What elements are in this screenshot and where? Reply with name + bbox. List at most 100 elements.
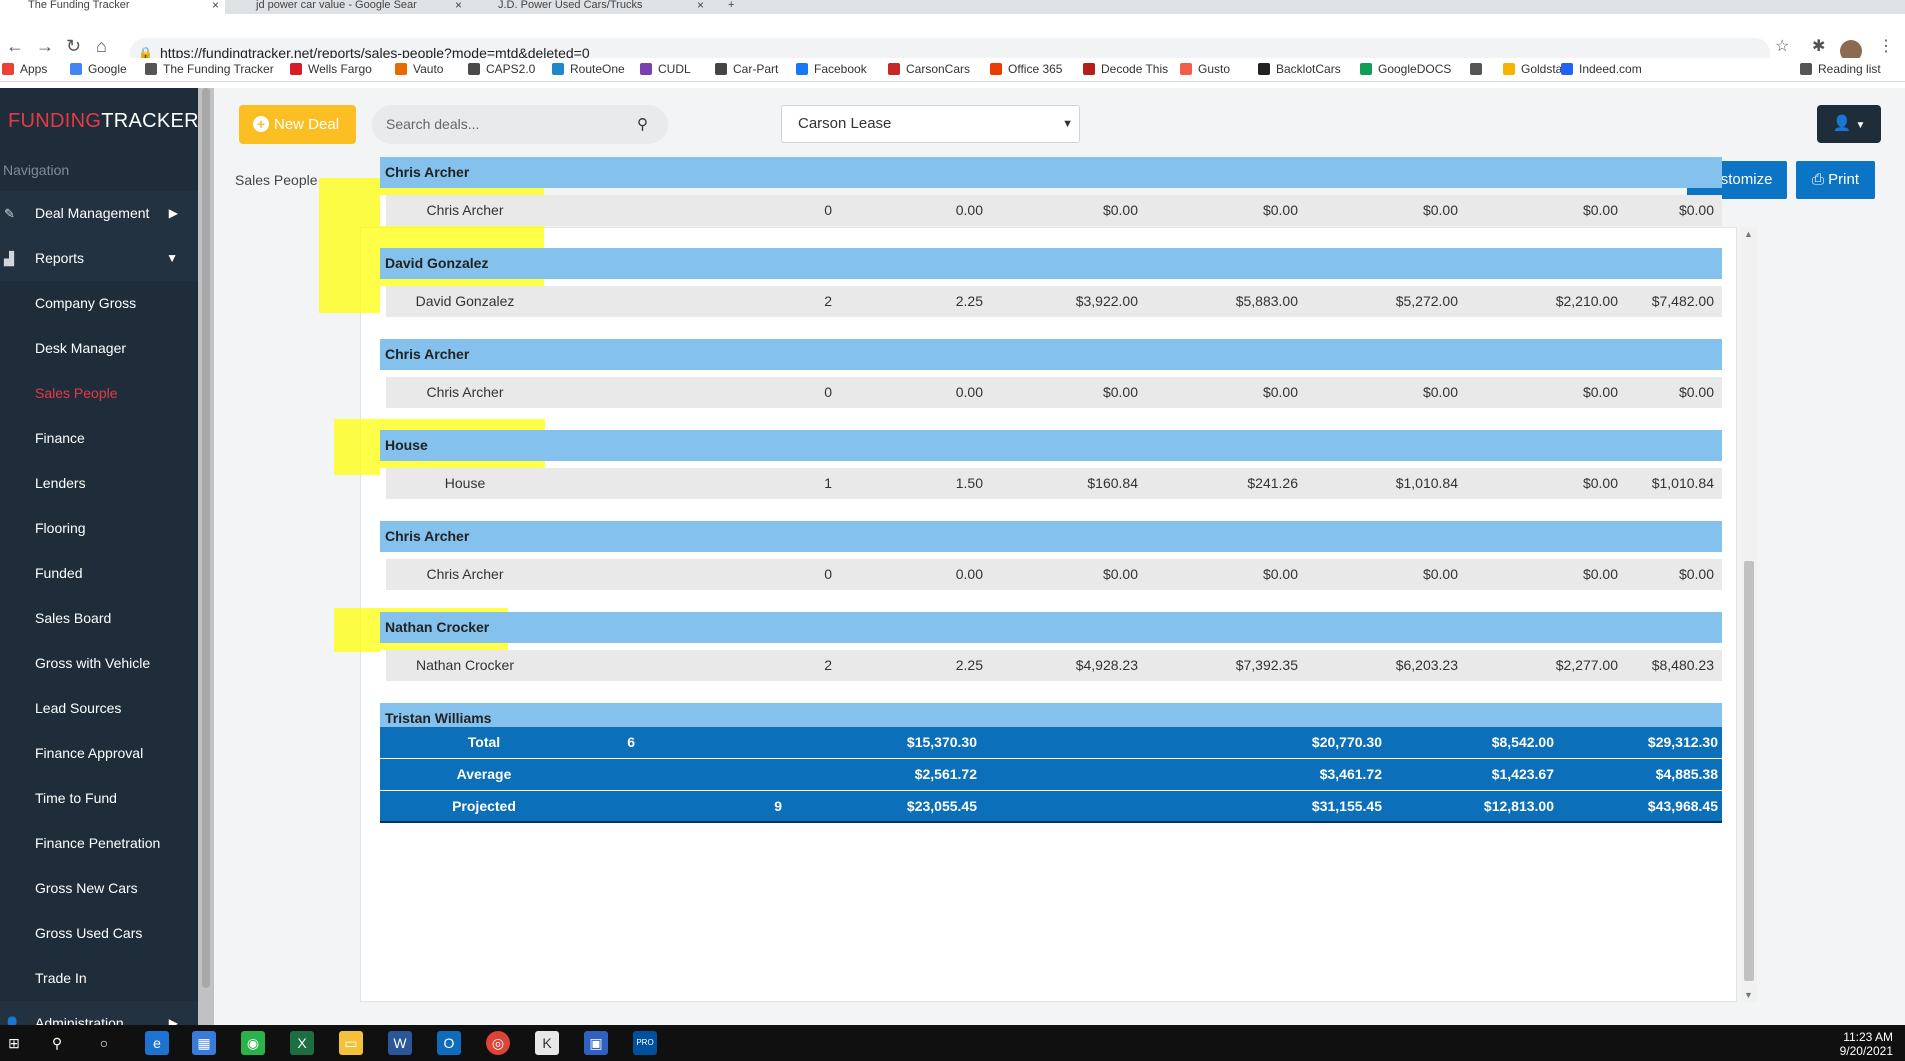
- excel-icon[interactable]: X: [290, 1031, 314, 1055]
- dealer-select[interactable]: Carson Lease ▼: [781, 105, 1080, 143]
- bookmark-icon: [715, 63, 727, 75]
- forward-icon[interactable]: →: [36, 36, 54, 57]
- bookmark-item[interactable]: BacklotCars: [1258, 62, 1341, 76]
- app-icon[interactable]: ▦: [192, 1031, 216, 1055]
- sidebar-item-gross-used-cars[interactable]: Gross Used Cars: [0, 911, 198, 956]
- plus-icon: +: [253, 116, 269, 132]
- star-icon[interactable]: ☆: [1775, 36, 1789, 56]
- bookmark-item[interactable]: CAPS2.0: [468, 62, 535, 76]
- file-explorer-icon[interactable]: ▭: [339, 1031, 363, 1055]
- tab-jd-power[interactable]: J.D. Power Used Cars/Trucks ×: [470, 0, 710, 14]
- user-menu-button[interactable]: 👤 ▼: [1817, 105, 1881, 143]
- app-icon[interactable]: PRO: [633, 1031, 657, 1055]
- chevron-down-icon: ▼: [1062, 118, 1073, 130]
- sidebar-item-sales-board[interactable]: Sales Board: [0, 596, 198, 641]
- scroll-up-icon[interactable]: ▲: [1744, 229, 1753, 239]
- app-icon[interactable]: K: [535, 1031, 559, 1055]
- bookmark-item[interactable]: Gusto: [1180, 62, 1230, 76]
- bookmark-item[interactable]: GoogleDOCS: [1360, 62, 1451, 76]
- sidebar: FUNDINGTRACKER Navigation ✎ Deal Managem…: [0, 88, 198, 1025]
- app-icon[interactable]: ▣: [584, 1031, 608, 1055]
- brand-logo[interactable]: FUNDINGTRACKER: [8, 110, 198, 133]
- bookmark-item[interactable]: Wells Fargo: [290, 62, 372, 76]
- bookmark-item[interactable]: Google: [70, 62, 127, 76]
- sidebar-item-gross-new-cars[interactable]: Gross New Cars: [0, 866, 198, 911]
- bookmark-icon: [290, 63, 302, 75]
- report-scrollbar[interactable]: ▲ ▼: [1741, 227, 1757, 1002]
- sidebar-item-sales-people[interactable]: Sales People: [0, 371, 198, 416]
- brand-part-1: FUNDING: [8, 110, 102, 132]
- sidebar-item-lead-sources[interactable]: Lead Sources: [0, 686, 198, 731]
- menu-icon[interactable]: ⋮: [1878, 36, 1894, 56]
- task-view-icon[interactable]: ○: [92, 1031, 116, 1055]
- clock-date: 9/20/2021: [1839, 1044, 1893, 1058]
- bookmark-item[interactable]: Indeed.com: [1561, 62, 1642, 76]
- home-icon[interactable]: ⌂: [96, 36, 107, 57]
- new-tab-button[interactable]: +: [720, 0, 750, 14]
- value-cell-c5: $7,482.00: [1651, 293, 1714, 309]
- sidebar-item-gross-with-vehicle[interactable]: Gross with Vehicle: [0, 641, 198, 686]
- sidebar-item-funded[interactable]: Funded: [0, 551, 198, 596]
- bookmark-item[interactable]: Apps: [2, 62, 47, 76]
- tab-title: The Funding Tracker: [28, 0, 130, 11]
- sidebar-item-administration[interactable]: 👤 Administration ▶: [0, 1001, 198, 1025]
- group-header: Chris Archer: [380, 339, 1722, 370]
- edit-icon: ✎: [4, 206, 15, 221]
- word-icon[interactable]: W: [388, 1031, 412, 1055]
- sidebar-item-deal-management[interactable]: ✎ Deal Management ▶: [0, 191, 198, 236]
- tab-funding-tracker[interactable]: The Funding Tracker ×: [0, 0, 225, 14]
- outlook-icon[interactable]: O: [437, 1031, 461, 1055]
- scroll-down-icon[interactable]: ▼: [1744, 990, 1753, 1000]
- sidebar-item-finance-approval[interactable]: Finance Approval: [0, 731, 198, 776]
- bookmark-icon: [888, 63, 900, 75]
- chrome-icon[interactable]: ◎: [486, 1031, 510, 1055]
- bookmark-item[interactable]: Reading list: [1800, 62, 1881, 76]
- app-icon[interactable]: ◉: [241, 1031, 265, 1055]
- top-bar: + New Deal Search deals... ⚲ Carson Lease…: [214, 88, 1905, 160]
- bookmark-item[interactable]: Facebook: [796, 62, 867, 76]
- navigation-label: Navigation: [3, 162, 70, 178]
- search-input[interactable]: Search deals... ⚲: [372, 105, 668, 144]
- new-deal-button[interactable]: + New Deal: [239, 105, 356, 144]
- edge-icon[interactable]: e: [145, 1031, 169, 1055]
- sidebar-item-reports[interactable]: ▟ Reports ▼: [0, 236, 198, 281]
- tab-google-search[interactable]: jd power car value - Google Sear ×: [228, 0, 468, 14]
- bookmark-label: The Funding Tracker: [163, 62, 274, 76]
- search-icon[interactable]: ⚲: [637, 105, 648, 144]
- print-button[interactable]: ⎙ Print: [1796, 161, 1875, 199]
- bookmark-label: Decode This: [1101, 62, 1169, 76]
- bookmark-item[interactable]: RouteOne: [552, 62, 625, 76]
- sidebar-item-trade-in[interactable]: Trade In: [0, 956, 198, 1001]
- bookmark-item[interactable]: Goldstar: [1503, 62, 1566, 76]
- sidebar-item-time-to-fund[interactable]: Time to Fund: [0, 776, 198, 821]
- sidebar-scrollbar[interactable]: [198, 88, 214, 1025]
- close-icon[interactable]: ×: [455, 0, 462, 11]
- sidebar-item-finance[interactable]: Finance: [0, 416, 198, 461]
- scrollbar-thumb[interactable]: [202, 88, 210, 988]
- bookmark-item[interactable]: CUDL: [640, 62, 691, 76]
- value-cell-c5: $0.00: [1678, 202, 1714, 218]
- bookmark-item[interactable]: CarsonCars: [888, 62, 970, 76]
- bookmark-icon: [1561, 63, 1573, 75]
- search-icon[interactable]: ⚲: [45, 1031, 69, 1055]
- sidebar-item-finance-penetration[interactable]: Finance Penetration: [0, 821, 198, 866]
- sidebar-item-flooring[interactable]: Flooring: [0, 506, 198, 551]
- sidebar-item-desk-manager[interactable]: Desk Manager: [0, 326, 198, 371]
- users-icon: 👤: [4, 1016, 21, 1025]
- scrollbar-thumb[interactable]: [1744, 561, 1754, 981]
- bookmark-item[interactable]: Car-Part: [715, 62, 778, 76]
- back-icon[interactable]: ←: [6, 36, 24, 57]
- bookmark-item[interactable]: Vauto: [395, 62, 443, 76]
- close-icon[interactable]: ×: [697, 0, 704, 11]
- bookmark-item[interactable]: Decode This: [1083, 62, 1168, 76]
- bookmark-item[interactable]: [1470, 62, 1488, 76]
- sidebar-item-lenders[interactable]: Lenders: [0, 461, 198, 506]
- extensions-icon[interactable]: ✱: [1812, 36, 1825, 56]
- windows-start-icon[interactable]: ⊞: [2, 1031, 26, 1055]
- sidebar-item-company-gross[interactable]: Company Gross: [0, 281, 198, 326]
- close-icon[interactable]: ×: [212, 0, 219, 11]
- bookmark-item[interactable]: Office 365: [990, 62, 1062, 76]
- system-clock[interactable]: 11:23 AM 9/20/2021: [1840, 1030, 1893, 1058]
- bookmark-item[interactable]: The Funding Tracker: [145, 62, 274, 76]
- reload-icon[interactable]: ↻: [66, 36, 81, 57]
